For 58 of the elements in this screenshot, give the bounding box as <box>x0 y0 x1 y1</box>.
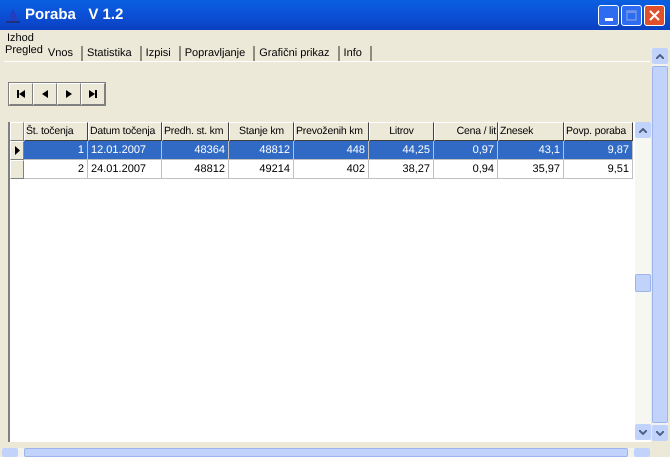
table-cell: 38,27 <box>369 160 434 179</box>
maximize-button[interactable] <box>621 4 642 26</box>
column-header[interactable]: Prevoženih km <box>294 122 369 141</box>
tab[interactable]: Popravljanje <box>180 46 256 61</box>
close-icon <box>649 10 660 20</box>
menu-item[interactable]: Izhod <box>7 31 34 45</box>
skip-end-icon <box>88 89 98 99</box>
tab[interactable]: Grafični prikaz <box>255 46 340 61</box>
column-header[interactable]: Cena / lit <box>434 122 498 141</box>
table-cell: 9,87 <box>564 141 633 160</box>
tab[interactable]: Izpisi <box>142 46 181 61</box>
window-title: Poraba V 1.2 <box>25 4 124 25</box>
table-cell: 43,1 <box>498 141 564 160</box>
table-cell: 12.01.2007 <box>88 141 162 160</box>
minimize-icon <box>604 18 612 20</box>
scroll-down-button[interactable] <box>652 425 668 441</box>
column-header[interactable]: Datum točenja <box>88 122 162 141</box>
table-cell: 2 <box>24 160 88 179</box>
table-cell: 35,97 <box>498 160 564 179</box>
navigation-button[interactable] <box>57 83 81 105</box>
tab[interactable]: Vnos <box>44 46 83 61</box>
skip-start-icon <box>16 89 26 99</box>
column-header[interactable]: Litrov <box>369 122 434 141</box>
navigation-button[interactable] <box>9 83 33 105</box>
column-header[interactable]: Stanje km <box>229 122 294 141</box>
table-cell: 0,97 <box>434 141 498 160</box>
table-cell: 0,94 <box>434 160 498 179</box>
column-header[interactable]: Znesek <box>498 122 564 141</box>
table-cell: 448 <box>294 141 369 160</box>
table-cell: 44,25 <box>369 141 434 160</box>
column-header[interactable]: Predh. st. km <box>162 122 229 141</box>
current-row-icon <box>14 146 20 155</box>
column-header[interactable]: Št. točenja <box>24 122 88 141</box>
scroll-down-button[interactable] <box>635 424 651 440</box>
minimize-button[interactable] <box>598 4 619 26</box>
tab[interactable]: Statistika <box>83 46 142 61</box>
navigation-button[interactable] <box>33 83 57 105</box>
table-cell: 9,51 <box>564 160 633 179</box>
table-cell: 48364 <box>162 141 229 160</box>
scroll-up-button[interactable] <box>635 122 651 138</box>
table-cell: 49214 <box>229 160 294 179</box>
close-button[interactable] <box>644 4 665 26</box>
column-header[interactable]: Povp. poraba <box>564 122 633 141</box>
maximize-icon <box>626 10 637 20</box>
table-cell: 48812 <box>162 160 229 179</box>
scrollbar[interactable] <box>635 122 651 440</box>
drop-icon <box>5 7 21 23</box>
scroll-up-button[interactable] <box>652 48 668 64</box>
navigation-button[interactable] <box>81 83 105 105</box>
table-cell: 1 <box>24 141 88 160</box>
right-arrow-icon <box>64 89 74 99</box>
table-cell: 402 <box>294 160 369 179</box>
table-cell: 48812 <box>229 141 294 160</box>
left-arrow-icon <box>40 89 50 99</box>
row-indicator[interactable] <box>10 141 24 160</box>
tab[interactable]: Info <box>340 46 372 61</box>
scroll-thumb[interactable] <box>635 274 651 292</box>
table-cell: 24.01.2007 <box>88 160 162 179</box>
